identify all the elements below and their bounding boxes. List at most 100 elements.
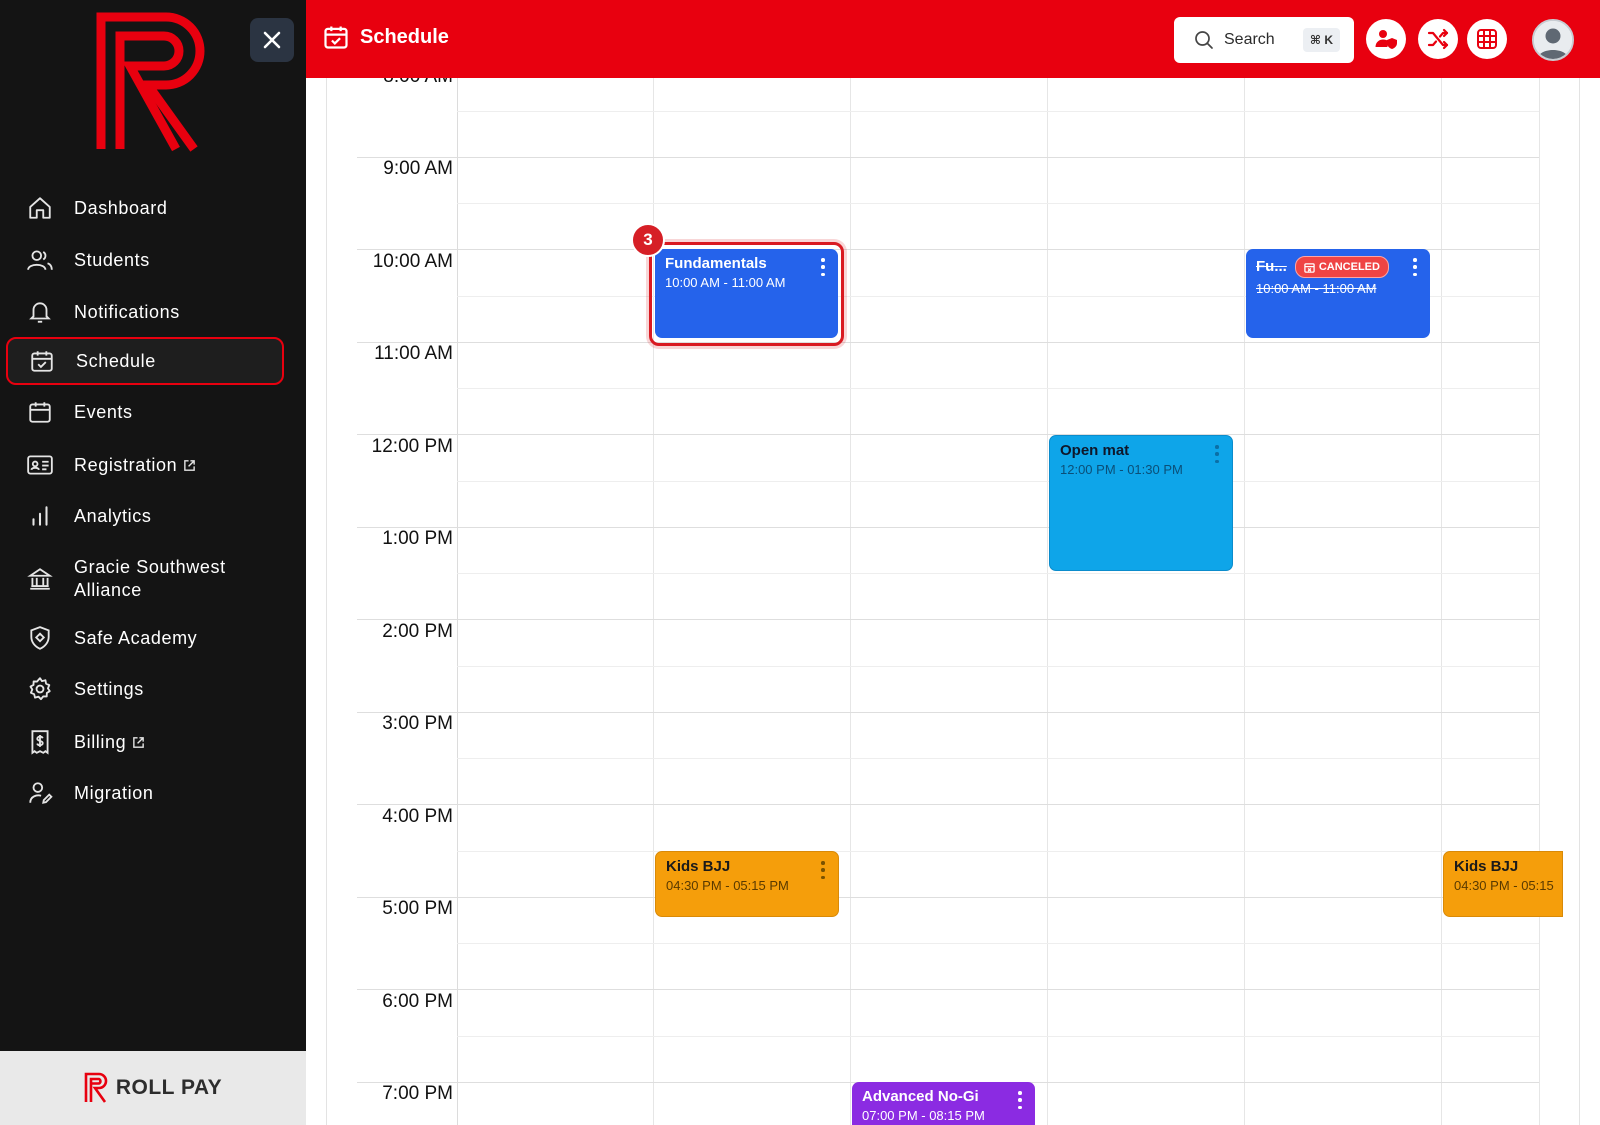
hour-line [357,157,1539,158]
event-time: 04:30 PM - 05:15 PM [666,878,789,893]
event-kids-bjj[interactable]: Kids BJJ 04:30 PM - 05:15 PM [655,851,839,917]
close-sidebar-button[interactable] [250,18,294,62]
bell-icon [26,298,54,326]
time-label: 7:00 PM [382,1083,453,1104]
search-icon [1195,31,1213,49]
time-label: 2:00 PM [382,621,453,642]
half-hour-line [457,1036,1539,1037]
day-column-divider [1047,78,1048,1125]
time-label: 8:00 AM [357,78,453,88]
step-badge: 3 [631,223,665,257]
sidebar-item-label: Migration [74,782,154,803]
sidebar-item-students[interactable]: Students [6,236,284,284]
sidebar-item-billing[interactable]: Billing [6,718,284,766]
hour-line [357,989,1539,990]
sidebar-item-gracie-southwest-alliance[interactable]: Gracie Southwest Alliance [6,551,284,607]
shuffle-button[interactable] [1418,19,1458,59]
external-link-icon [133,737,145,749]
event-fundamentals[interactable]: Fundamentals 10:00 AM - 11:00 AM [655,249,838,338]
event-advanced-no-gi[interactable]: Advanced No-Gi 07:00 PM - 08:15 PM [852,1082,1035,1125]
bar-chart-icon [26,502,54,530]
event-menu-icon[interactable] [1214,445,1220,463]
calendar-grid: 8:00 AM 9:00 AM 10:00 AM 11:00 AM 12:00 … [327,78,1579,1125]
id-card-icon [26,451,54,479]
event-time: 07:00 PM - 08:15 PM [862,1108,985,1123]
close-icon [263,31,281,49]
event-fundamentals-canceled[interactable]: Fu... CANCELED 10:00 AM - 11:00 AM [1246,249,1430,338]
event-title: Advanced No-Gi [862,1088,979,1105]
sidebar-item-label: Students [74,249,150,270]
sidebar-footer: ROLL PAY [0,1051,306,1125]
event-title: Fundamentals [665,255,767,272]
time-label: 12:00 PM [371,436,453,457]
time-label: 11:00 AM [374,343,453,364]
event-open-mat[interactable]: Open mat 12:00 PM - 01:30 PM [1049,435,1233,571]
time-label: 6:00 PM [382,991,453,1012]
day-column-divider [1244,78,1245,1125]
rollpay-mark-icon [84,1072,108,1103]
hour-line [357,434,1539,435]
footer-brand: ROLL PAY [115,1076,223,1099]
half-hour-line [457,573,1539,574]
sidebar-item-migration[interactable]: Migration [6,769,284,817]
half-hour-line [457,388,1539,389]
hour-line [357,712,1539,713]
event-title: Fu... [1256,257,1287,275]
event-menu-icon[interactable] [1017,1091,1023,1109]
sidebar-item-registration[interactable]: Registration [6,441,284,489]
event-title-row: Fu... CANCELED [1256,256,1420,278]
day-column-divider [850,78,851,1125]
hour-line [357,804,1539,805]
grid-view-button[interactable] [1467,19,1507,59]
half-hour-line [457,111,1539,112]
event-menu-icon[interactable] [820,861,826,879]
time-label: 3:00 PM [382,713,453,734]
billing-icon [26,728,54,756]
search-shortcut: ⌘ K [1302,28,1340,52]
registration-label: Registration [74,454,178,475]
search-button[interactable]: Search ⌘ K [1174,17,1354,63]
sidebar-item-label: Notifications [74,301,180,322]
sidebar-item-events[interactable]: Events [6,388,284,436]
sidebar-item-label: Schedule [76,350,156,371]
users-icon [26,246,54,274]
hour-line [357,619,1539,620]
hour-line [357,527,1539,528]
user-edit-icon [26,779,54,807]
sidebar-item-schedule[interactable]: Schedule [6,337,284,385]
bank-icon [26,565,54,593]
half-hour-line [457,851,1539,852]
schedule-calendar: 8:00 AM 9:00 AM 10:00 AM 11:00 AM 12:00 … [326,78,1580,1125]
time-label: 5:00 PM [382,898,453,919]
search-label: Search [1224,31,1275,48]
half-hour-line [457,943,1539,944]
canceled-label: CANCELED [1318,261,1380,273]
day-column-divider [1441,78,1442,1125]
sidebar-item-safe-academy[interactable]: Safe Academy [6,614,284,662]
sidebar-item-label: Gracie Southwest Alliance [74,557,226,600]
sidebar-item-dashboard[interactable]: Dashboard [6,184,284,232]
sidebar: Dashboard Students Notifications Schedul… [0,0,306,1125]
sidebar-item-label: Settings [74,678,144,699]
day-column-divider [1539,78,1540,1125]
avatar-icon [1534,21,1572,59]
page-title: Schedule [360,25,449,48]
event-menu-icon[interactable] [820,258,826,276]
gear-icon [26,675,54,703]
sidebar-item-settings[interactable]: Settings [6,665,284,713]
time-label: 10:00 AM [372,251,453,272]
sidebar-item-notifications[interactable]: Notifications [6,288,284,336]
event-time: 04:30 PM - 05:15 [1454,878,1554,893]
half-hour-line [457,203,1539,204]
user-roles-button[interactable] [1366,19,1406,59]
sidebar-item-label: Safe Academy [74,627,198,648]
event-kids-bjj[interactable]: Kids BJJ 04:30 PM - 05:15 [1443,851,1563,917]
event-menu-icon[interactable] [1412,258,1418,276]
user-shield-icon [1375,30,1397,49]
user-avatar[interactable] [1532,19,1574,61]
grid-icon [1477,29,1497,49]
shuffle-icon [1427,28,1449,50]
event-time: 10:00 AM - 11:00 AM [1256,281,1377,296]
rollpay-logo [96,12,205,152]
sidebar-item-analytics[interactable]: Analytics [6,492,284,540]
